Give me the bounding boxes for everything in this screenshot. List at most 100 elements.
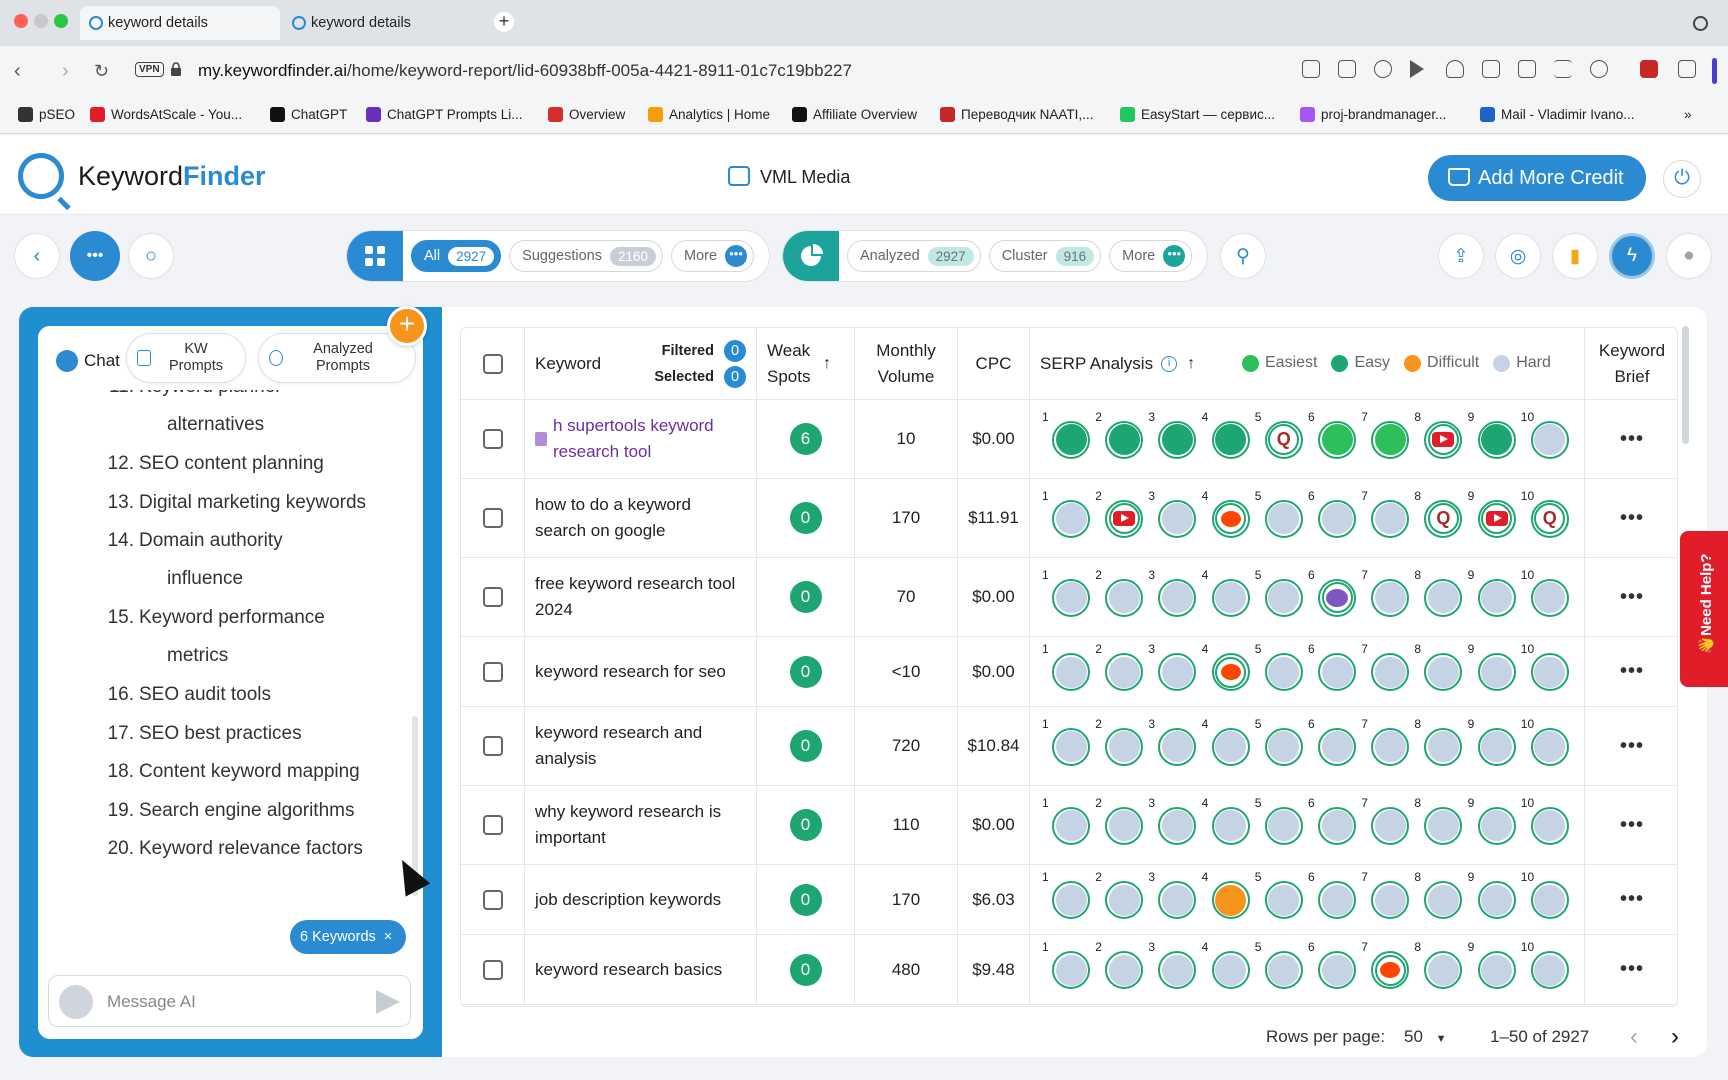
serp-result-6[interactable]: 6 (1308, 568, 1356, 617)
weak-spots-header[interactable]: Weak Spots ↑ (757, 328, 855, 400)
serp-result-8[interactable]: 8 (1414, 717, 1463, 766)
serp-result-7[interactable]: 7 (1361, 410, 1410, 459)
serp-result-9[interactable]: 9 (1468, 796, 1516, 845)
bolt-icon[interactable]: ϟ (1609, 233, 1655, 279)
serp-result-5[interactable]: 5 (1255, 568, 1303, 617)
volume-header[interactable]: Monthly Volume (855, 328, 958, 400)
bookmark-item[interactable]: pSEO (18, 107, 75, 122)
bookmark-item[interactable]: Analytics | Home (648, 107, 770, 122)
tab-search-icon[interactable] (1693, 16, 1708, 31)
more-options-icon[interactable]: ••• (1620, 660, 1644, 683)
more-bookmarks-icon[interactable]: » (1684, 107, 1692, 122)
serp-result-1[interactable]: 1 (1042, 870, 1090, 919)
bookmark-item[interactable]: proj-brandmanager... (1300, 107, 1446, 122)
tab-kw-prompts[interactable]: KW Prompts (126, 333, 246, 383)
serp-result-3[interactable]: 3 (1148, 642, 1197, 691)
table-row[interactable]: keyword research basics 0 480 $9.48 1 2 3 4 5 6 7 8… (461, 935, 1677, 1005)
serp-result-5[interactable]: 5 (1255, 796, 1303, 845)
download-icon[interactable] (1482, 60, 1500, 78)
serp-result-4[interactable]: 4 (1202, 642, 1250, 691)
serp-result-9[interactable]: 9 (1468, 940, 1516, 989)
serp-result-5[interactable]: 5 (1255, 489, 1303, 538)
bookmark-item[interactable]: Mail - Vladimir Ivano... (1480, 107, 1635, 122)
serp-result-1[interactable]: 1 (1042, 940, 1090, 989)
table-row[interactable]: keyword research and analysis 0 720 $10.84 1… (461, 707, 1677, 786)
need-help-button[interactable]: 👋Need Help? (1680, 531, 1728, 687)
menu-icon[interactable] (1554, 60, 1572, 78)
row-checkbox[interactable] (482, 661, 503, 682)
grid-view-icon[interactable] (347, 231, 403, 281)
serp-result-3[interactable]: 3 (1148, 940, 1197, 989)
chat-message-list[interactable]: 11. Keyword planner alternatives 12.SEO con… (38, 390, 423, 950)
select-all-checkbox[interactable] (482, 354, 503, 374)
serp-result-3[interactable]: 3 (1148, 568, 1197, 617)
serp-result-5[interactable]: 5 (1255, 940, 1303, 989)
prev-page-icon[interactable]: ‹ (1630, 1023, 1638, 1051)
serp-result-2[interactable]: 2 (1095, 717, 1144, 766)
serp-result-5[interactable]: 5 (1255, 870, 1303, 919)
info-icon[interactable]: i (1161, 356, 1178, 372)
serp-result-10[interactable]: 10 (1521, 870, 1569, 919)
serp-result-2[interactable]: 2 (1095, 642, 1144, 691)
browser-tab-1[interactable]: keyword details (80, 6, 280, 40)
app-logo-text[interactable]: KeywordFinder (78, 161, 266, 192)
serp-result-3[interactable]: 3 (1148, 489, 1197, 538)
bookmark-item[interactable]: Overview (548, 107, 625, 122)
filter-suggestions[interactable]: Suggestions 2160 (509, 240, 664, 272)
table-row[interactable]: h supertools keyword research tool 6 10 $0.… (461, 400, 1677, 479)
bookmark-item[interactable]: Переводчик NAATI,... (940, 107, 1093, 122)
camera-icon[interactable] (1338, 60, 1356, 78)
serp-result-7[interactable]: 7 (1361, 489, 1410, 538)
rows-per-page-select[interactable]: 50 ▼ (1404, 1027, 1447, 1047)
keyword-header[interactable]: Keyword Filtered 0 Selected 0 (525, 328, 757, 400)
serp-result-6[interactable]: 6 (1308, 410, 1356, 459)
filter-more[interactable]: More ••• (671, 240, 755, 272)
next-page-icon[interactable]: › (1671, 1023, 1679, 1051)
more-options-icon[interactable]: ••• (1620, 507, 1644, 530)
sitemap-icon[interactable]: ⚲ (1220, 233, 1266, 279)
cpc-header[interactable]: CPC (958, 328, 1030, 400)
serp-result-1[interactable]: 1 (1042, 410, 1090, 459)
microphone-off-icon[interactable] (59, 985, 93, 1019)
add-prompt-button[interactable]: + (387, 306, 427, 346)
serp-result-3[interactable]: 3 (1148, 796, 1197, 845)
serp-result-2[interactable]: 2 (1095, 940, 1144, 989)
close-window-button[interactable] (14, 14, 28, 28)
serp-result-9[interactable]: 9 (1468, 410, 1516, 459)
serp-result-6[interactable]: 6 (1308, 489, 1356, 538)
row-checkbox[interactable] (482, 587, 503, 607)
more-options-icon[interactable]: ••• (1620, 428, 1644, 451)
message-input[interactable]: Message AI (48, 975, 411, 1027)
more-options-icon[interactable]: ••• (1620, 586, 1644, 609)
serp-result-8[interactable]: 8 (1414, 568, 1463, 617)
serp-result-5[interactable]: 5 (1255, 642, 1303, 691)
pear-icon[interactable]: ● (1666, 233, 1712, 279)
sort-arrow-up-icon[interactable]: ↑ (823, 351, 831, 377)
serp-header[interactable]: SERP Analysis i ↑ Easiest Easy Difficult Ha… (1030, 328, 1585, 400)
serp-result-4[interactable]: 4 (1202, 489, 1250, 538)
serp-result-4[interactable]: 4 (1202, 940, 1250, 989)
power-icon[interactable]: ⏻ (1663, 160, 1701, 198)
bookmark-item[interactable]: Affiliate Overview (792, 107, 917, 122)
serp-result-4[interactable]: 4 (1202, 796, 1250, 845)
sidebar-toggle-icon[interactable] (1712, 58, 1717, 84)
serp-result-2[interactable]: 2 (1095, 870, 1144, 919)
keyword-cell[interactable]: why keyword research is important (525, 786, 757, 864)
lock-icon[interactable] (170, 62, 182, 76)
serp-result-7[interactable]: 7 (1361, 940, 1410, 989)
row-checkbox[interactable] (482, 959, 503, 980)
export-icon[interactable]: ⇪ (1438, 233, 1484, 279)
serp-result-4[interactable]: 4 (1202, 717, 1250, 766)
adblock-icon[interactable] (1374, 60, 1392, 78)
send-icon[interactable] (376, 990, 400, 1014)
keyword-cell[interactable]: keyword research and analysis (525, 707, 757, 785)
browser-tab-2[interactable]: keyword details (283, 6, 483, 40)
more-options-icon[interactable]: ••• (1620, 735, 1644, 758)
serp-result-6[interactable]: 6 (1308, 717, 1356, 766)
serp-result-8[interactable]: 8 (1414, 940, 1463, 989)
serp-result-9[interactable]: 9 (1468, 568, 1516, 617)
serp-result-5[interactable]: 5Q (1255, 410, 1303, 459)
serp-result-8[interactable]: 8 (1414, 642, 1463, 691)
serp-result-2[interactable]: 2 (1095, 568, 1144, 617)
keywords-badge[interactable]: 6 Keywords × (290, 920, 407, 954)
